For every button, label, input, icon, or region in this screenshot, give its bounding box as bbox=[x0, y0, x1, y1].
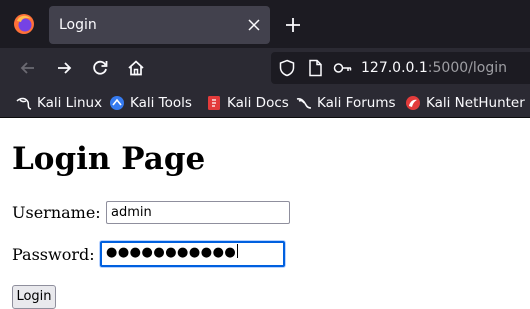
shield-icon[interactable] bbox=[278, 59, 296, 77]
password-input[interactable]: ●●●●●●●●●●● bbox=[100, 241, 285, 267]
kali-dragon-icon bbox=[16, 97, 32, 110]
close-icon[interactable] bbox=[244, 15, 264, 35]
bookmark-label: Kali NetHunter bbox=[426, 95, 525, 111]
back-arrow-icon[interactable] bbox=[18, 58, 38, 78]
tab-login[interactable]: Login bbox=[49, 6, 270, 44]
tab-bar: Login bbox=[0, 0, 530, 48]
bookmark-kali-linux[interactable]: Kali Linux bbox=[16, 94, 102, 112]
key-icon[interactable] bbox=[333, 59, 353, 77]
forward-arrow-icon[interactable] bbox=[54, 58, 74, 78]
bookmark-kali-docs[interactable]: Kali Docs bbox=[206, 94, 289, 112]
page-info-icon[interactable] bbox=[306, 59, 324, 77]
page-title: Login Page bbox=[12, 141, 206, 177]
url-text[interactable]: 127.0.0.1:5000/login bbox=[361, 59, 507, 77]
url-path: :5000/login bbox=[427, 60, 507, 76]
reload-icon[interactable] bbox=[90, 58, 110, 78]
firefox-icon[interactable] bbox=[13, 13, 35, 35]
bookmark-label: Kali Docs bbox=[227, 95, 289, 111]
home-icon[interactable] bbox=[126, 58, 146, 78]
text-caret bbox=[237, 244, 239, 258]
username-input[interactable]: admin bbox=[106, 201, 290, 224]
bookmark-label: Kali Forums bbox=[317, 95, 396, 111]
page-content: Login Page Username: admin Password: ●●●… bbox=[0, 119, 530, 309]
bookmark-kali-nethunter[interactable]: Kali NetHunter bbox=[405, 94, 525, 112]
login-button[interactable]: Login bbox=[12, 285, 56, 309]
bookmarks-toolbar: Kali Linux Kali Tools Kali Docs Kali For… bbox=[0, 88, 530, 118]
kali-tools-icon bbox=[110, 96, 124, 110]
bookmark-label: Kali Tools bbox=[130, 95, 192, 111]
tab-title: Login bbox=[59, 17, 97, 33]
url-host: 127.0.0.1 bbox=[361, 60, 428, 76]
kali-docs-icon bbox=[208, 96, 220, 110]
new-tab-icon[interactable] bbox=[283, 15, 303, 35]
kali-forums-icon bbox=[296, 98, 312, 109]
password-label: Password: bbox=[12, 245, 95, 264]
kali-nethunter-icon bbox=[406, 96, 420, 110]
password-masked-value: ●●●●●●●●●●● bbox=[106, 245, 237, 260]
bookmark-kali-forums[interactable]: Kali Forums bbox=[296, 94, 396, 112]
navigation-toolbar: 127.0.0.1:5000/login bbox=[0, 48, 530, 88]
bookmark-label: Kali Linux bbox=[37, 95, 103, 111]
username-label: Username: bbox=[12, 203, 101, 222]
bookmark-kali-tools[interactable]: Kali Tools bbox=[109, 94, 192, 112]
url-bar[interactable]: 127.0.0.1:5000/login bbox=[271, 52, 530, 84]
